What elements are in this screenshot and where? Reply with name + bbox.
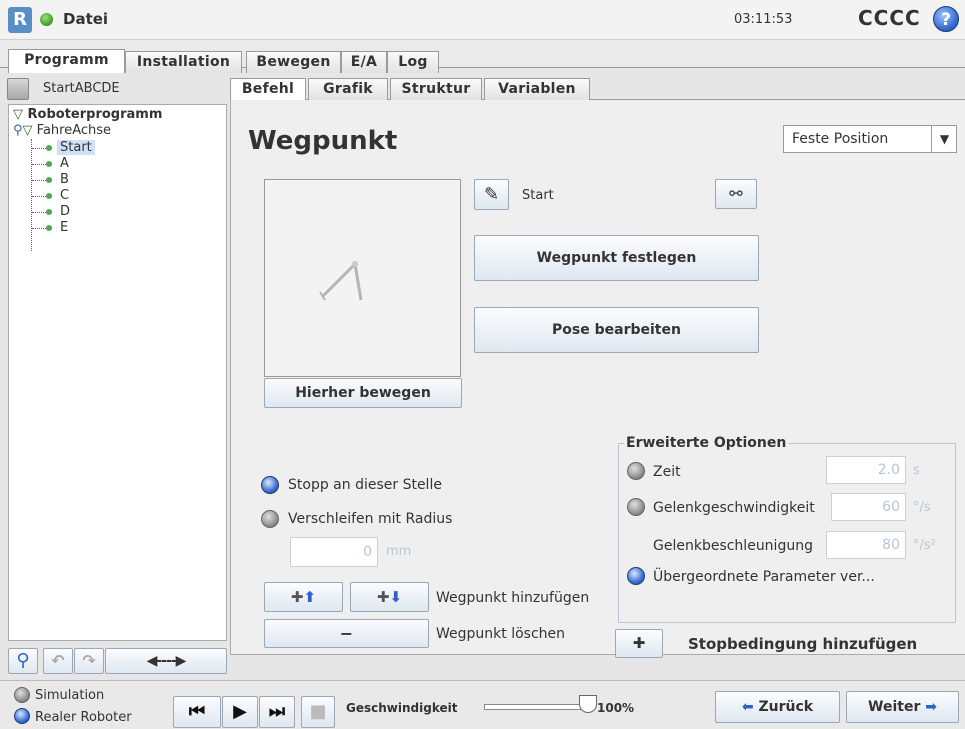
blend-radius-input[interactable]: 0 <box>290 537 378 567</box>
next-label: Weiter <box>868 699 921 715</box>
link-icon[interactable]: ⚯ <box>715 179 757 209</box>
waypoint-name: Start <box>522 188 554 203</box>
delete-waypoint-button[interactable]: − <box>264 619 429 648</box>
joint-speed-unit: °/s <box>913 500 931 515</box>
back-label: Zurück <box>758 699 814 715</box>
ur-logo-icon: R <box>8 7 32 33</box>
tree-item-b[interactable]: B <box>60 172 69 187</box>
back-button[interactable]: ⬅ Zurück <box>715 691 840 723</box>
move-here-button[interactable]: Hierher bewegen <box>264 378 462 408</box>
delete-waypoint-label: Wegpunkt löschen <box>436 626 566 642</box>
help-icon[interactable]: ? <box>933 6 959 32</box>
resize-arrows-icon[interactable]: ◀----▶ <box>105 648 227 674</box>
blend-label: Verschleifen mit Radius <box>288 511 453 527</box>
tab-log[interactable]: Log <box>387 51 439 73</box>
tree-item-a[interactable]: A <box>60 156 69 171</box>
file-menu[interactable]: Datei <box>63 10 108 28</box>
title-bar: R Datei 03:11:53 CCCC ? <box>0 0 965 40</box>
tab-variablen[interactable]: Variablen <box>484 78 590 100</box>
undo-icon[interactable]: ↶ <box>43 648 73 674</box>
joint-speed-radio[interactable] <box>627 498 645 516</box>
next-button[interactable]: Weiter ➡ <box>846 691 959 723</box>
joint-accel-input[interactable]: 80 <box>826 531 906 559</box>
advanced-title: Erweiterte Optionen <box>624 435 789 451</box>
tab-installation[interactable]: Installation <box>125 51 242 73</box>
pencil-icon[interactable]: ✎ <box>474 179 509 210</box>
stop-label: Stopp an dieser Stelle <box>288 477 442 493</box>
time-unit: s <box>913 463 920 478</box>
mode-value: Feste Position <box>792 131 889 147</box>
arrow-left-icon: ⬅ <box>741 699 754 715</box>
speed-value: 100% <box>597 701 635 715</box>
program-name: StartABCDE <box>43 81 120 96</box>
speed-slider-track[interactable] <box>484 704 594 710</box>
step-icon[interactable]: ⏭ <box>259 696 295 728</box>
tab-ea[interactable]: E/A <box>341 51 387 73</box>
add-after-button[interactable]: ✚⬇ <box>350 582 429 612</box>
real-robot-label: Realer Roboter <box>35 710 132 725</box>
tab-programm[interactable]: Programm <box>8 49 125 73</box>
tree-folder[interactable]: ⚲▽ FahreAchse <box>13 123 111 138</box>
joint-speed-input[interactable]: 60 <box>831 493 906 521</box>
speed-label: Geschwindigkeit <box>346 701 458 715</box>
time-label: Zeit <box>653 464 681 480</box>
stop-icon[interactable]: ■ <box>301 696 335 728</box>
arrow-right-icon: ➡ <box>925 699 937 715</box>
main-tabbar: Programm Installation Bewegen E/A Log <box>0 40 965 73</box>
play-icon[interactable]: ▶ <box>222 696 258 728</box>
skip-back-icon[interactable]: ⏮ <box>173 696 221 728</box>
speed-slider-handle[interactable] <box>579 695 597 713</box>
tree-item-e[interactable]: E <box>60 220 68 235</box>
redo-icon[interactable]: ↷ <box>74 648 104 674</box>
tree-root[interactable]: ▽ Roboterprogramm <box>13 107 162 122</box>
simulation-label: Simulation <box>35 688 105 703</box>
real-robot-radio[interactable] <box>14 708 30 724</box>
set-waypoint-button[interactable]: Wegpunkt festlegen <box>474 235 759 281</box>
chevron-down-icon[interactable]: ▼ <box>931 126 957 152</box>
parent-params-radio[interactable] <box>627 567 645 585</box>
tab-bewegen[interactable]: Bewegen <box>246 51 341 73</box>
sub-tabbar: Befehl Grafik Struktur Variablen <box>230 78 965 100</box>
tab-struktur[interactable]: Struktur <box>390 78 482 100</box>
robot-name: CCCC <box>858 6 921 30</box>
joint-speed-label: Gelenkgeschwindigkeit <box>653 500 815 516</box>
tab-grafik[interactable]: Grafik <box>308 78 388 100</box>
add-stop-condition-button[interactable]: ✚ <box>615 629 663 658</box>
tree-item-start[interactable]: Start <box>57 140 95 155</box>
add-before-button[interactable]: ✚⬆ <box>264 582 343 612</box>
tree-item-c[interactable]: C <box>60 188 69 203</box>
clock: 03:11:53 <box>734 12 793 27</box>
parent-params-label: Übergeordnete Parameter ver... <box>653 569 875 585</box>
time-radio[interactable] <box>627 462 645 480</box>
joint-accel-unit: °/s² <box>913 538 936 553</box>
program-tree: ▽ Roboterprogramm ⚲▽ FahreAchse Start A … <box>8 104 227 641</box>
mode-dropdown[interactable]: Feste Position ▼ <box>783 125 957 153</box>
stop-condition-label: Stopbedingung hinzufügen <box>688 635 918 653</box>
stop-radio[interactable] <box>261 476 279 494</box>
edit-pose-button[interactable]: Pose bearbeiten <box>474 307 759 353</box>
blend-radio[interactable] <box>261 510 279 528</box>
simulation-radio[interactable] <box>14 687 30 703</box>
status-dot-icon <box>40 13 53 26</box>
add-waypoint-label: Wegpunkt hinzufügen <box>436 590 590 606</box>
robot-arm-icon <box>319 261 363 301</box>
search-icon[interactable]: ⚲ <box>8 648 38 674</box>
time-input[interactable]: 2.0 <box>826 456 906 484</box>
page-title: Wegpunkt <box>248 126 398 156</box>
joint-accel-label: Gelenkbeschleunigung <box>653 538 813 554</box>
save-icon[interactable] <box>7 78 29 100</box>
robot-preview <box>264 179 461 377</box>
blend-unit: mm <box>386 544 412 559</box>
tree-item-d[interactable]: D <box>60 204 70 219</box>
tab-befehl[interactable]: Befehl <box>230 78 306 100</box>
